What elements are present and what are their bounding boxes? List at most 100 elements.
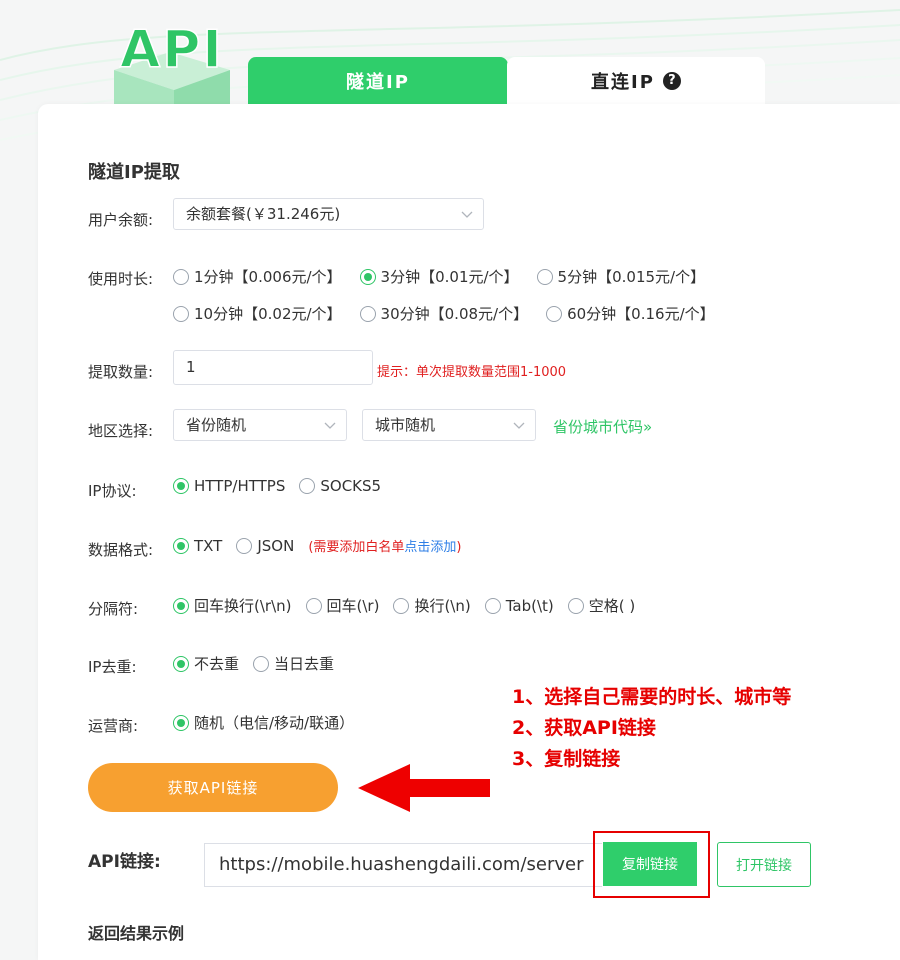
radio-dot bbox=[393, 597, 410, 614]
radio-dot bbox=[359, 305, 376, 322]
tab-label: 隧道IP bbox=[346, 72, 410, 93]
radio-label: 5分钟【0.015元/个】 bbox=[557, 268, 706, 286]
api-link-label: API链接: bbox=[88, 852, 161, 872]
radio-dot bbox=[305, 597, 322, 614]
city-select[interactable]: 城市随机 bbox=[362, 409, 536, 441]
separator-row: 回车换行(\r\n) 回车(\r) 换行(\n) Tab(\t) 空格( ) bbox=[173, 595, 653, 616]
radio-duration-60min[interactable]: 60分钟【0.16元/个】 bbox=[546, 303, 715, 324]
radio-label: 空格( ) bbox=[588, 597, 636, 615]
radio-dot bbox=[536, 268, 553, 285]
radio-duration-3min[interactable]: 3分钟【0.01元/个】 bbox=[359, 266, 519, 287]
dedup-label: IP去重: bbox=[88, 658, 137, 676]
radio-label: 10分钟【0.02元/个】 bbox=[194, 305, 342, 323]
radio-label: SOCKS5 bbox=[320, 477, 382, 495]
radio-label: 3分钟【0.01元/个】 bbox=[380, 268, 519, 286]
radio-dot bbox=[253, 655, 270, 672]
radio-dot bbox=[236, 537, 253, 554]
whitelist-add-link[interactable]: 点击添加 bbox=[404, 540, 456, 555]
chevron-down-icon bbox=[461, 211, 473, 218]
whitelist-note-suffix: ) bbox=[456, 540, 462, 555]
quantity-label: 提取数量: bbox=[88, 363, 154, 381]
separator-label: 分隔符: bbox=[88, 600, 139, 618]
balance-label: 用户余额: bbox=[88, 211, 154, 229]
carrier-row: 随机（电信/移动/联通） bbox=[173, 712, 372, 733]
quantity-hint: 提示：单次提取数量范围1-1000 bbox=[377, 365, 567, 380]
radio-separator-space[interactable]: 空格( ) bbox=[567, 595, 636, 616]
radio-duration-30min[interactable]: 30分钟【0.08元/个】 bbox=[359, 303, 529, 324]
copy-link-button[interactable]: 复制链接 bbox=[603, 842, 697, 886]
format-label: 数据格式: bbox=[88, 541, 154, 559]
radio-label: Tab(\t) bbox=[505, 596, 554, 615]
radio-dot bbox=[173, 597, 189, 614]
radio-dot bbox=[173, 478, 189, 494]
result-example-title: 返回结果示例 bbox=[88, 924, 185, 943]
radio-dot bbox=[173, 714, 189, 731]
radio-format-json[interactable]: JSON bbox=[236, 537, 294, 555]
province-value: 省份随机 bbox=[186, 416, 247, 434]
radio-dot bbox=[173, 537, 189, 554]
tab-tunnel-ip[interactable]: 隧道IP bbox=[248, 57, 508, 105]
radio-label: 换行(\n) bbox=[414, 597, 471, 615]
radio-separator-cr[interactable]: 回车(\r) bbox=[305, 595, 379, 616]
radio-dot bbox=[567, 597, 584, 614]
logo-text: API bbox=[119, 19, 224, 81]
carrier-label: 运营商: bbox=[88, 717, 139, 735]
tab-label: 直连IP bbox=[591, 72, 655, 93]
radio-format-txt[interactable]: TXT bbox=[173, 537, 222, 555]
radio-label: 60分钟【0.16元/个】 bbox=[567, 305, 715, 323]
radio-dot bbox=[173, 268, 189, 285]
radio-carrier-random[interactable]: 随机（电信/移动/联通） bbox=[173, 712, 354, 733]
radio-protocol-socks5[interactable]: SOCKS5 bbox=[299, 477, 381, 495]
radio-duration-10min[interactable]: 10分钟【0.02元/个】 bbox=[173, 303, 342, 324]
radio-separator-lf[interactable]: 换行(\n) bbox=[393, 595, 471, 616]
balance-select[interactable]: 余额套餐(￥31.246元) bbox=[173, 198, 484, 230]
city-value: 城市随机 bbox=[375, 416, 436, 434]
whitelist-note: (需要添加白名单点击添加) bbox=[308, 536, 461, 555]
protocol-row: HTTP/HTTPS SOCKS5 bbox=[173, 477, 399, 495]
radio-dot bbox=[173, 305, 189, 322]
radio-dot bbox=[484, 597, 501, 614]
radio-label: TXT bbox=[194, 536, 223, 555]
radio-dedup-daily[interactable]: 当日去重 bbox=[253, 653, 334, 674]
get-api-link-button[interactable]: 获取API链接 bbox=[88, 763, 338, 812]
step-2: 2、获取API链接 bbox=[512, 717, 656, 739]
step-3: 3、复制链接 bbox=[512, 748, 621, 770]
instruction-steps: 1、选择自己需要的时长、城市等 2、获取API链接 3、复制链接 bbox=[512, 682, 791, 775]
quantity-input[interactable]: 1 bbox=[173, 350, 373, 385]
radio-separator-tab[interactable]: Tab(\t) bbox=[484, 596, 554, 615]
tab-direct-ip[interactable]: 直连IP ? bbox=[507, 57, 765, 105]
radio-protocol-http[interactable]: HTTP/HTTPS bbox=[173, 477, 285, 495]
radio-dot bbox=[359, 268, 376, 285]
chevron-down-icon bbox=[513, 422, 525, 429]
balance-value: 余额套餐(￥31.246元) bbox=[186, 205, 341, 223]
protocol-label: IP协议: bbox=[88, 482, 137, 500]
radio-label: 当日去重 bbox=[274, 655, 335, 673]
whitelist-note-prefix: (需要添加白名单 bbox=[308, 540, 405, 555]
dedup-row: 不去重 当日去重 bbox=[173, 653, 352, 674]
radio-label: 1分钟【0.006元/个】 bbox=[194, 268, 342, 286]
api-link-input[interactable]: https://mobile.huashengdaili.com/server bbox=[204, 843, 602, 887]
duration-row-2: 10分钟【0.02元/个】 30分钟【0.08元/个】 60分钟【0.16元/个… bbox=[173, 303, 733, 324]
open-link-button[interactable]: 打开链接 bbox=[717, 842, 811, 887]
api-logo: API bbox=[108, 18, 238, 118]
arrow-left-icon bbox=[358, 764, 490, 812]
duration-row-1: 1分钟【0.006元/个】 3分钟【0.01元/个】 5分钟【0.015元/个】 bbox=[173, 266, 723, 287]
region-label: 地区选择: bbox=[88, 422, 154, 440]
region-code-link[interactable]: 省份城市代码» bbox=[553, 416, 652, 437]
radio-duration-5min[interactable]: 5分钟【0.015元/个】 bbox=[536, 266, 706, 287]
step-1: 1、选择自己需要的时长、城市等 bbox=[512, 686, 792, 708]
radio-dot bbox=[299, 478, 316, 494]
help-icon[interactable]: ? bbox=[662, 72, 681, 90]
duration-label: 使用时长: bbox=[88, 270, 154, 288]
radio-label: JSON bbox=[257, 536, 295, 555]
province-select[interactable]: 省份随机 bbox=[173, 409, 347, 441]
radio-dedup-none[interactable]: 不去重 bbox=[173, 653, 239, 674]
radio-label: 随机（电信/移动/联通） bbox=[194, 714, 355, 732]
radio-separator-crlf[interactable]: 回车换行(\r\n) bbox=[173, 595, 292, 616]
radio-label: 30分钟【0.08元/个】 bbox=[380, 305, 529, 323]
chevron-down-icon bbox=[324, 422, 336, 429]
radio-label: 回车换行(\r\n) bbox=[194, 597, 292, 615]
radio-duration-1min[interactable]: 1分钟【0.006元/个】 bbox=[173, 266, 342, 287]
section-title: 隧道IP提取 bbox=[88, 162, 180, 183]
radio-dot bbox=[173, 655, 189, 672]
